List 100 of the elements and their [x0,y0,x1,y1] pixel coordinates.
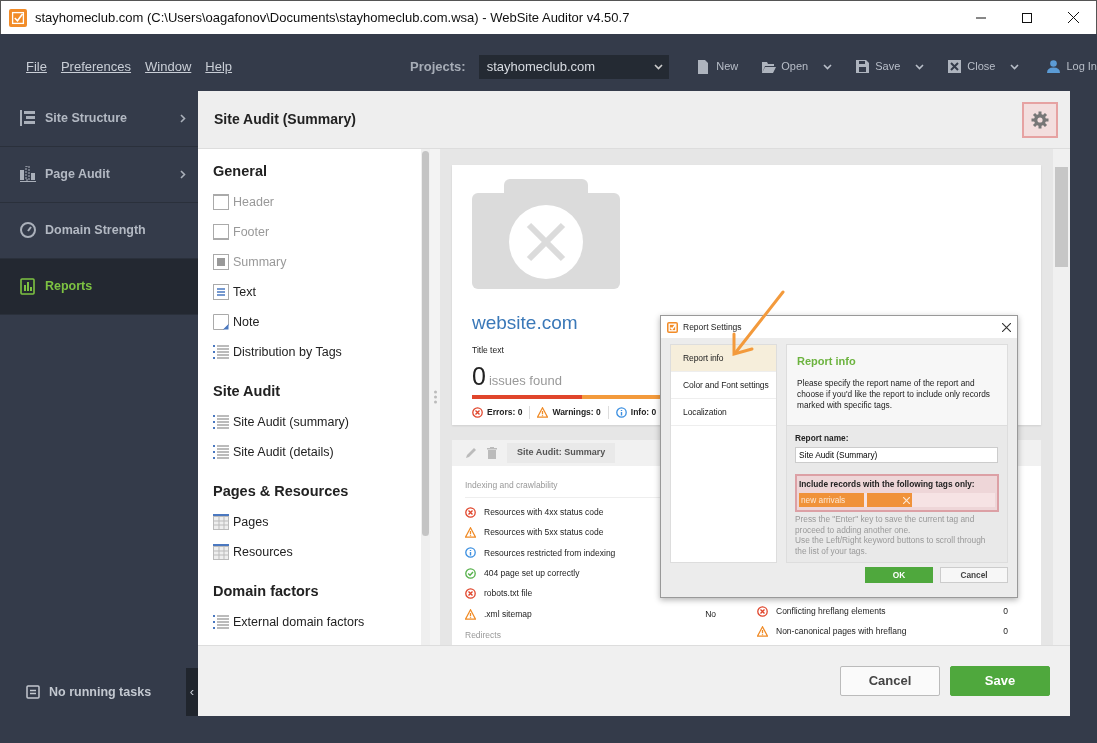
text-block-icon [213,284,229,300]
check-label: Resources with 4xx status code [484,505,604,519]
field-label: Report name: [795,431,850,445]
check-value: 0 [1003,625,1008,638]
task-status-text: No running tasks [49,683,152,701]
settings-tab[interactable]: Report info [671,345,776,372]
widget-item[interactable]: Note [213,307,421,337]
menu-item[interactable]: Preferences [60,56,132,77]
list-icon [213,344,229,360]
settings-button[interactable] [1022,101,1058,138]
maximize-icon [1022,12,1032,23]
grip-icon[interactable] [433,390,437,404]
table-icon [213,514,229,530]
project-name: stayhomeclub.com [486,57,596,76]
toolbar-button[interactable]: Open [762,58,833,75]
footer-block-icon [213,224,229,240]
page-title: Site Audit (Summary) [214,110,356,129]
widget-item[interactable]: Site Audit (details) [213,437,421,467]
error-icon [472,406,483,418]
app-logo-icon [9,8,27,27]
projects-label: Projects: [410,57,466,76]
close-icon [1001,322,1011,332]
camera-icon [472,179,620,289]
issues-label: issues found [488,372,562,391]
dialog-title: Report Settings [683,320,742,334]
panel-heading: Report info [797,354,857,369]
section-heading: Domain factors [213,582,320,602]
warning-icon [465,527,476,539]
widget-item[interactable]: Resources [213,537,421,567]
tree-list-icon [20,110,37,127]
remove-icon[interactable] [903,496,910,504]
hint-text: Use the Left/Right keyword buttons to scroll through the list of your tags. [795,535,987,556]
close-icon [1067,12,1079,23]
menu-item[interactable]: Help [205,56,233,77]
error-icon [757,605,768,617]
pencil-icon [465,447,477,459]
table-icon [213,544,229,560]
sidebar-item[interactable]: Reports [0,259,198,315]
list-icon [213,414,229,430]
count-label: Warnings: 0 [552,405,601,419]
check-label: 404 page set up correctly [484,567,580,580]
edit-button[interactable] [465,447,477,459]
app-logo-icon [667,321,678,333]
section-heading: Site Audit [213,382,282,402]
delete-button[interactable] [487,447,497,459]
close-box-icon [948,59,963,74]
folder-icon [762,59,777,74]
check-value: 0 [1003,604,1008,618]
summary-block-icon [213,254,229,270]
section-title: Site Audit: Summary [507,443,616,463]
widget-item[interactable]: Pages [213,507,421,537]
check-icon [465,567,476,579]
error-icon [465,506,476,518]
widget-item[interactable]: Distribution by Tags [213,337,421,367]
settings-icon [1031,110,1049,129]
widget-item[interactable]: External domain factors [213,607,421,637]
toolbar-button[interactable]: Save [856,58,925,75]
project-dropdown[interactable]: stayhomeclub.com [478,54,670,79]
site-title: website.com [472,311,578,335]
menu-item[interactable]: Window [145,56,192,77]
collapse-sidebar-button[interactable]: ‹ [186,668,198,716]
check-value: No [705,607,716,621]
info-icon [465,547,476,559]
field-label: Include records with the following tags only: [799,477,976,490]
check-label: Conflicting hreflang elements [776,604,886,618]
check-label: Non-canonical pages with hreflang [776,625,907,638]
section-heading: Pages & Resources [213,482,350,502]
widget-item[interactable]: Text [213,277,421,307]
check-label: Resources restricted from indexing [484,546,616,560]
note-icon [213,314,229,330]
footer-button[interactable]: Cancel [840,666,940,696]
hint-text: Press the "Enter" key to save the current tag and proceed to adding another one. [795,514,976,535]
count-label: Info: 0 [630,405,657,419]
dialog-close-button[interactable] [999,320,1013,334]
toolbar-button[interactable]: Close [948,58,1020,75]
chevron-down-icon [654,63,664,70]
description-text: Please specify the report name of the report and choose if you'd like the report to include only records marked with specific tags. [797,377,991,411]
gauge-icon [20,222,37,239]
dialog-button[interactable]: Cancel [940,567,1008,583]
toolbar-button[interactable]: Log In [1047,58,1097,75]
toolbar-button[interactable]: New [697,58,739,75]
menu-item[interactable]: File [26,56,47,77]
warning-icon [465,608,476,620]
info-icon [615,406,627,418]
list-icon [213,444,229,460]
scrollbar-thumb[interactable] [1055,167,1068,267]
issues-count: 0 [472,364,486,390]
check-label: robots.txt file [484,587,533,601]
warning-icon [757,626,768,638]
header-block-icon [213,194,229,210]
widget-item[interactable]: Site Audit (summary) [213,407,421,437]
warning-icon [537,406,549,418]
user-icon [1047,59,1062,74]
report-icon [20,278,37,295]
error-icon [465,588,476,600]
tag-chip[interactable] [867,493,912,507]
task-list-icon [26,685,40,699]
trash-icon [487,447,497,459]
scrollbar-thumb[interactable] [422,151,429,536]
report-name-field[interactable]: Site Audit (Summary) [795,447,998,464]
